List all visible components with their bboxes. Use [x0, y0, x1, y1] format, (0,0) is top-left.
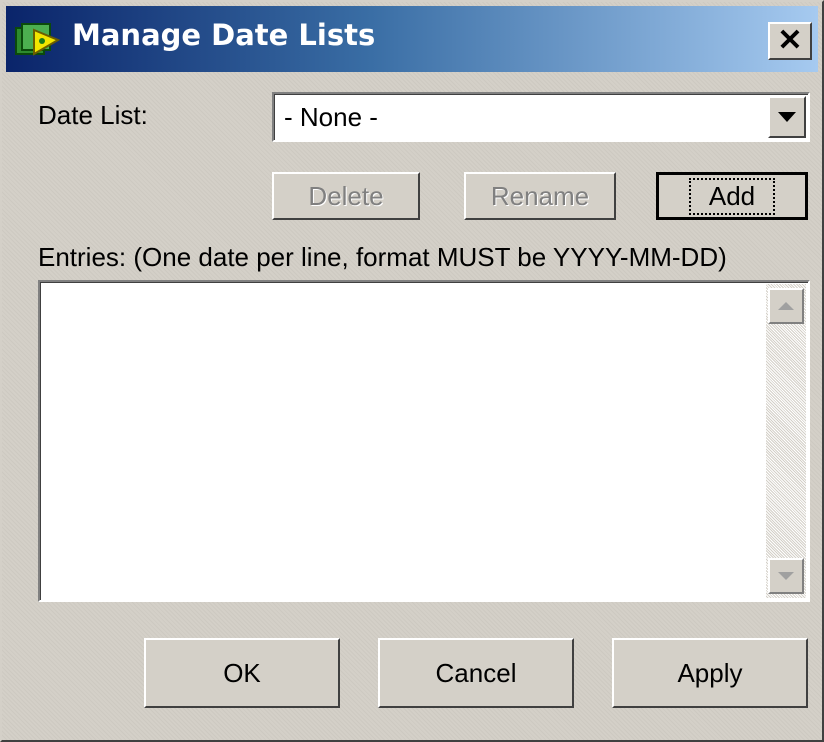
- date-list-label: Date List:: [38, 100, 148, 130]
- add-button-label: Add: [688, 177, 776, 215]
- close-button[interactable]: ✕: [768, 22, 812, 60]
- dropdown-arrow-button[interactable]: [768, 96, 806, 138]
- add-button[interactable]: Add: [656, 172, 808, 220]
- date-list-selected-value: - None -: [284, 102, 378, 132]
- entries-label: Entries: (One date per line, format MUST…: [38, 242, 727, 272]
- window-title: Manage Date Lists: [72, 18, 376, 52]
- ok-button[interactable]: OK: [144, 638, 340, 708]
- rename-button-label: Rename: [490, 180, 590, 211]
- ok-button-label: OK: [223, 657, 261, 688]
- apply-button[interactable]: Apply: [612, 638, 808, 708]
- cancel-button[interactable]: Cancel: [378, 638, 574, 708]
- manage-date-lists-dialog: Manage Date Lists ✕ Date List: - None - …: [0, 0, 824, 742]
- close-icon: ✕: [777, 24, 803, 57]
- title-bar[interactable]: Manage Date Lists ✕: [6, 6, 818, 72]
- apply-button-label: Apply: [677, 657, 743, 688]
- delete-button[interactable]: Delete: [272, 172, 420, 220]
- entries-scrollbar[interactable]: [766, 284, 806, 598]
- chevron-down-icon: [778, 112, 796, 122]
- scroll-up-button[interactable]: [768, 288, 804, 324]
- scroll-up-icon: [778, 302, 794, 310]
- scroll-down-button[interactable]: [768, 558, 804, 594]
- rename-button[interactable]: Rename: [464, 172, 616, 220]
- delete-button-label: Delete: [308, 180, 384, 211]
- cancel-button-label: Cancel: [435, 657, 517, 688]
- date-list-app-icon: [14, 20, 61, 60]
- scroll-down-icon: [778, 572, 794, 580]
- date-list-dropdown[interactable]: - None -: [272, 92, 810, 142]
- entries-textarea[interactable]: [38, 280, 810, 602]
